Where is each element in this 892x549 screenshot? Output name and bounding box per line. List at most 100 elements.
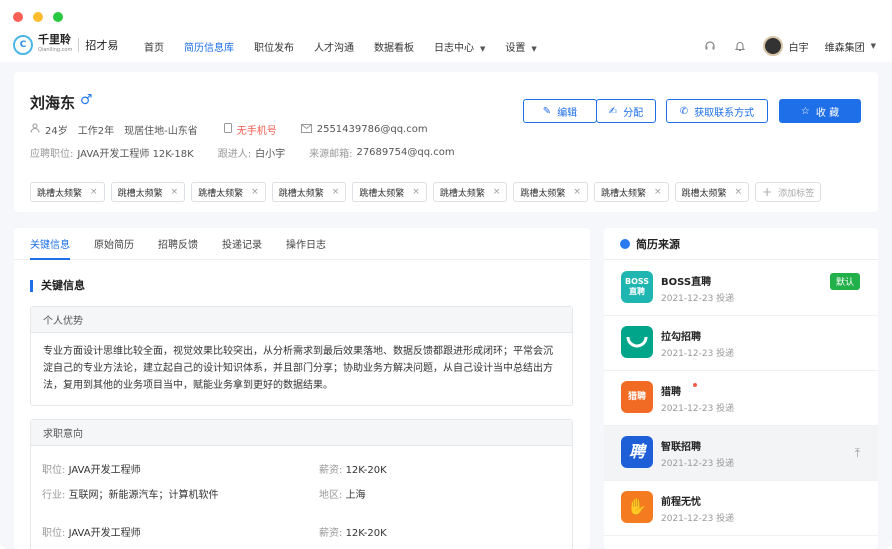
avatar[interactable] [762, 36, 783, 56]
app-window: C 千里聆 Qianlling.com 招才易 首页 简历信息库 职位发布 人才… [0, 0, 892, 549]
detail-tabs: 关键信息 原始简历 招聘反馈 投递记录 操作日志 [14, 228, 590, 260]
intent-area: 地区: 上海 [319, 490, 366, 501]
tag-item: 跳槽太频繁 × [30, 182, 105, 202]
phone-icon [223, 123, 232, 136]
source-item-51job[interactable]: ✋ 前程无忧 2021-12-23 投递 [604, 481, 878, 536]
source-email-value: 27689754@qq.com [356, 147, 455, 158]
person-icon [30, 123, 40, 136]
boss-logo-icon: BOSS 直聘 [621, 271, 653, 303]
menu-dashboard[interactable]: 数据看板 [374, 39, 414, 54]
tab-key-info[interactable]: 关键信息 [30, 228, 70, 260]
logo-divider [78, 38, 80, 52]
zhilian-logo-icon: 聘 [621, 436, 653, 468]
minimize-window-button[interactable] [33, 12, 43, 22]
logo-domain: Qianlling.com [38, 47, 73, 53]
close-icon[interactable]: × [90, 187, 98, 197]
advantage-title: 个人优势 [31, 307, 572, 333]
applied-position-label: 应聘职位: [30, 149, 74, 160]
tab-delivery-records[interactable]: 投递记录 [222, 228, 262, 260]
source-email-label: 来源邮箱: [309, 149, 353, 160]
source-icon [620, 238, 630, 249]
tag-item: 跳槽太频繁 × [271, 182, 347, 202]
add-tag-button[interactable]: + 添加标签 [755, 182, 822, 202]
detail-panel: 关键信息 原始简历 招聘反馈 投递记录 操作日志 关键信息 个人优势 专业方面设… [14, 228, 590, 549]
source-item-boss[interactable]: BOSS 直聘 BOSS直聘 2021-12-23 投递 默认 [604, 261, 878, 316]
tag-item: 跳槽太频繁 × [352, 182, 427, 202]
logo[interactable]: C 千里聆 Qianlling.com 招才易 [13, 34, 119, 55]
close-icon[interactable]: × [493, 187, 501, 197]
bell-icon[interactable] [733, 39, 747, 53]
close-icon[interactable]: × [654, 187, 662, 197]
age: 24岁 [45, 126, 68, 137]
pencil-icon: ✎ [542, 105, 552, 117]
mail-icon [300, 123, 312, 136]
source-item-lagou[interactable]: 拉勾招聘 2021-12-23 投递 [604, 316, 878, 371]
menu-resume-library[interactable]: 简历信息库 [184, 39, 234, 54]
top-nav: C 千里聆 Qianlling.com 招才易 首页 简历信息库 职位发布 人才… [0, 32, 892, 60]
menu-job-post[interactable]: 职位发布 [254, 39, 294, 54]
close-icon[interactable]: × [573, 187, 581, 197]
chevron-down-icon: ▼ [531, 44, 537, 53]
maximize-window-button[interactable] [53, 12, 63, 22]
close-icon[interactable]: × [332, 187, 340, 197]
pin-top-icon[interactable]: ⤒ [855, 446, 860, 461]
tag-item: 跳槽太频繁 × [674, 182, 750, 202]
source-item-liepin[interactable]: 猎聘 猎聘 2021-12-23 投递 [604, 371, 878, 426]
intent-title: 求职意向 [31, 420, 572, 446]
follower-value: 白小宇 [255, 149, 286, 160]
title-bar [0, 0, 892, 32]
close-icon[interactable]: × [251, 187, 259, 197]
work-years: 工作2年 [77, 126, 115, 137]
email: 2551439786@qq.com [316, 124, 428, 135]
tab-operation-log[interactable]: 操作日志 [286, 228, 326, 260]
chevron-down-icon[interactable]: ▼ [871, 42, 876, 50]
intent-salary: 薪资: 12K-20K [319, 465, 387, 476]
unread-dot [693, 383, 697, 387]
qiancheng-logo-icon: ✋ [621, 491, 653, 523]
close-icon[interactable]: × [171, 187, 179, 197]
default-badge: 默认 [829, 273, 860, 290]
menu-settings[interactable]: 设置 ▼ [505, 39, 536, 54]
source-item-zhilian[interactable]: 聘 智联招聘 2021-12-23 投递 ⤒ [604, 426, 878, 481]
tag-item: 跳槽太频繁 × [110, 182, 186, 202]
follower-label: 跟进人: [217, 149, 252, 160]
star-icon: ☆ [800, 105, 810, 117]
tab-feedback[interactable]: 招聘反馈 [158, 228, 198, 260]
app-name: 招才易 [85, 39, 119, 52]
tag-item: 跳槽太频繁 × [432, 182, 508, 202]
org-name[interactable]: 维森集团 [825, 39, 865, 54]
phone-status: 无手机号 [236, 126, 277, 137]
headset-icon[interactable] [703, 39, 717, 53]
tag-item: 跳槽太频繁 × [593, 182, 669, 202]
advantage-box: 个人优势 专业方面设计思维比较全面，视觉效果比较突出，从分析需求到最后效果落地、… [30, 306, 573, 406]
close-icon[interactable]: × [735, 187, 743, 197]
menu-home[interactable]: 首页 [144, 39, 164, 54]
tab-original-resume[interactable]: 原始简历 [94, 228, 134, 260]
intent-industry: 行业: 互联网；新能源汽车；计算机软件 [42, 490, 219, 501]
lagou-logo-icon [621, 326, 653, 358]
intent-position: 职位: JAVA开发工程师 [42, 528, 141, 539]
source-panel: 简历来源 BOSS 直聘 BOSS直聘 2021-12-23 投递 默认 拉勾招聘… [604, 228, 878, 549]
tag-item: 跳槽太频繁 × [513, 182, 588, 202]
menu-talent-chat[interactable]: 人才沟通 [314, 39, 354, 54]
close-window-button[interactable] [13, 12, 23, 22]
location: 现居住地-山东省 [124, 126, 198, 137]
logo-icon: C [13, 35, 33, 55]
edit-button[interactable]: ✎ 编辑 [523, 99, 597, 123]
intent-position: 职位: JAVA开发工程师 [42, 465, 141, 476]
get-contact-button[interactable]: ✆ 获取联系方式 [666, 99, 768, 123]
candidate-name: 刘海东 [30, 94, 76, 112]
male-icon: ♂ [80, 92, 93, 108]
user-name[interactable]: 白宇 [789, 39, 809, 54]
liepin-logo-icon: 猎聘 [621, 381, 653, 413]
assign-button[interactable]: ✍ 分配 [596, 99, 656, 123]
source-header: 简历来源 [604, 228, 878, 260]
main-content: 刘海东 ♂ 24岁 工作2年 现居住地-山东省 无手机号 2551439786@… [0, 62, 892, 549]
close-icon[interactable]: × [412, 187, 420, 197]
section-title: 关键信息 [30, 280, 85, 292]
phone-call-icon: ✆ [679, 105, 689, 117]
menu-log-center[interactable]: 日志中心 ▼ [434, 39, 485, 54]
favorite-button[interactable]: ☆ 收 藏 [779, 99, 861, 123]
plus-icon: + [762, 185, 773, 199]
intent-salary: 薪资: 12K-20K [319, 528, 387, 539]
